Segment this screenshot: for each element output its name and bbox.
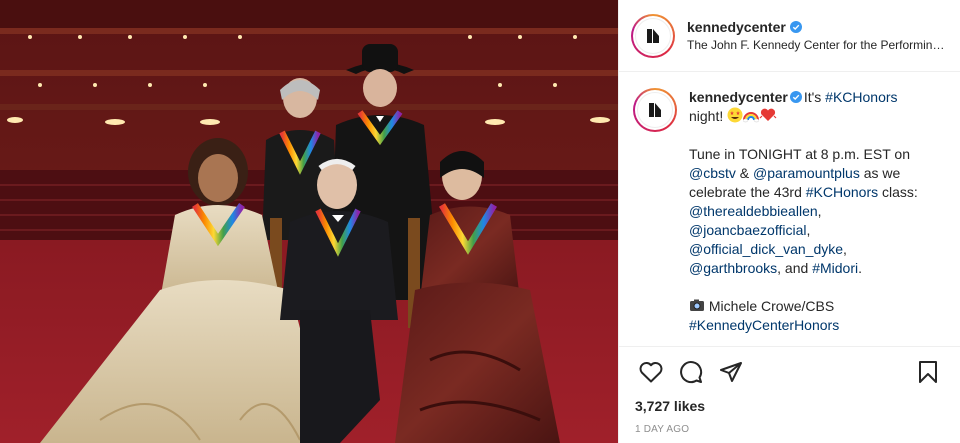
caption-text-segment: class:: [878, 184, 918, 200]
hashtag-kennedycenterhonors[interactable]: #KennedyCenterHonors: [689, 317, 839, 333]
post-side-panel: kennedycenter The John F. Kennedy Center…: [618, 0, 960, 443]
paper-plane-icon: [720, 362, 742, 382]
caption-text-segment: ,: [806, 222, 811, 238]
header-username[interactable]: kennedycenter: [687, 19, 786, 35]
verified-badge-icon: [789, 21, 802, 33]
photo-illustration: [0, 0, 618, 443]
caption-text-segment: ,: [843, 241, 847, 257]
caption-text: kennedycenter It's #KCHonors night! Tune …: [689, 88, 946, 346]
camera-emoji-icon: [690, 299, 704, 311]
kennedy-center-logo-icon: [635, 17, 671, 54]
caption-text-segment: .: [858, 260, 862, 276]
mention-cbstv[interactable]: @cbstv: [689, 165, 736, 181]
hashtag-kchonors[interactable]: #KCHonors: [825, 89, 897, 105]
photo-credit: Michele Crowe/CBS: [708, 298, 835, 314]
caption-intro: It's: [803, 89, 826, 105]
caption-text-segment: ,: [817, 203, 822, 219]
share-button[interactable]: [711, 352, 751, 392]
verified-badge-icon: [789, 91, 802, 103]
caption-text-segment: Tune in TONIGHT at 8 p.m. EST on: [689, 146, 910, 162]
caption-text-segment: &: [735, 165, 754, 181]
header-text: kennedycenter The John F. Kennedy Center…: [687, 19, 948, 52]
comment-icon: [680, 361, 703, 384]
mention-joancbaezofficial[interactable]: @joancbaezofficial: [689, 222, 806, 238]
mention-therealdebbieallen[interactable]: @therealdebbieallen: [689, 203, 818, 219]
caption-username[interactable]: kennedycenter: [689, 89, 788, 105]
caption-paragraph-1: kennedycenter It's #KCHonors night!: [689, 88, 946, 126]
bookmark-icon: [919, 361, 937, 383]
mention-garthbrooks[interactable]: @garthbrooks: [689, 260, 777, 276]
avatar-ring-inner: [635, 90, 675, 130]
avatar-ring-inner: [633, 15, 673, 56]
kennedy-center-logo-icon: [637, 92, 673, 128]
instagram-post: kennedycenter The John F. Kennedy Center…: [0, 0, 960, 443]
mention-official-dick-van-dyke[interactable]: @official_dick_van_dyke: [689, 241, 843, 257]
caption-text-segment: , and: [777, 260, 813, 276]
heart-icon: [639, 361, 663, 383]
header-subtitle[interactable]: The John F. Kennedy Center for the Perfo…: [687, 38, 948, 52]
post-header: kennedycenter The John F. Kennedy Center…: [619, 0, 960, 72]
hashtag-kchonors-2[interactable]: #KCHonors: [806, 184, 878, 200]
likes-count[interactable]: 3,727 likes: [619, 397, 960, 419]
caption-paragraph-2: Tune in TONIGHT at 8 p.m. EST on @cbstv …: [689, 145, 946, 278]
heart-emoji-icon: [759, 108, 777, 121]
caption-avatar[interactable]: [633, 88, 677, 132]
post-timestamp[interactable]: 1 DAY AGO: [619, 419, 960, 443]
rainbow-emoji-icon: [743, 112, 760, 123]
header-avatar[interactable]: [631, 13, 675, 58]
caption-night: night!: [689, 108, 724, 124]
action-bar: [619, 347, 960, 397]
hashtag-midori[interactable]: #Midori: [812, 260, 858, 276]
caption-paragraph-3: Michele Crowe/CBS #KennedyCenterHonors: [689, 297, 946, 335]
grinning-star-eyes-emoji-icon: [727, 107, 743, 123]
post-photo[interactable]: [0, 0, 618, 443]
comment-button[interactable]: [671, 352, 711, 392]
username-row: kennedycenter: [687, 19, 948, 35]
caption-area: kennedycenter It's #KCHonors night! Tune …: [619, 72, 960, 347]
save-button[interactable]: [908, 352, 948, 392]
like-button[interactable]: [631, 352, 671, 392]
mention-paramountplus[interactable]: @paramountplus: [753, 165, 860, 181]
